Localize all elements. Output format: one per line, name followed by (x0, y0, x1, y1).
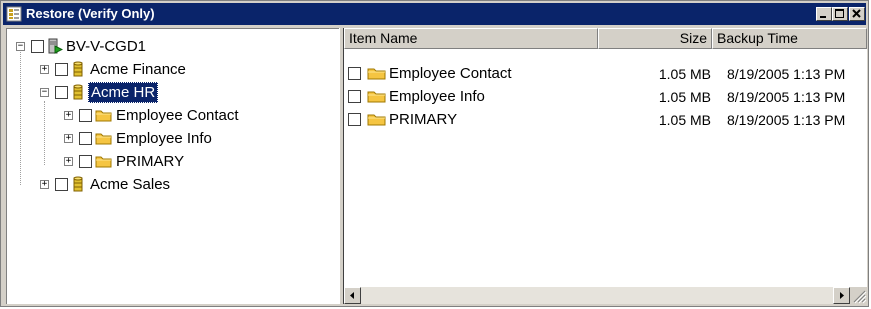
expand-toggle[interactable]: + (64, 134, 73, 143)
close-icon (852, 9, 861, 18)
tree-node-checkbox[interactable] (55, 178, 68, 191)
tree-node-label: Acme Finance (90, 61, 186, 78)
tree-node-root[interactable]: − BV-V-CGD1 (7, 37, 337, 57)
tree-node-label: Employee Info (116, 130, 212, 147)
list-row[interactable]: Employee Info 1.05 MB 8/19/2005 1:13 PM (344, 87, 867, 107)
tree-node-checkbox[interactable] (79, 109, 92, 122)
tree-node-checkbox[interactable] (79, 155, 92, 168)
tree-node-primary[interactable]: + PRIMARY (7, 152, 337, 172)
list-item-name: Employee Contact (389, 65, 512, 82)
collapse-toggle[interactable]: − (16, 42, 25, 51)
column-header-item-name[interactable]: Item Name (344, 28, 598, 49)
size-grip[interactable] (850, 287, 867, 304)
tree-node-checkbox[interactable] (79, 132, 92, 145)
folder-icon (367, 89, 387, 108)
list-row[interactable]: Employee Contact 1.05 MB 8/19/2005 1:13 … (344, 64, 867, 84)
database-icon (71, 176, 85, 198)
list-item-name: Employee Info (389, 88, 485, 105)
tree-node-label: Acme Sales (90, 176, 171, 193)
restore-window: Restore (Verify Only) − BV-V-CGD1 + Acme… (0, 0, 869, 307)
maximize-icon (835, 9, 844, 18)
resize-grip-icon (853, 290, 867, 304)
list-item-name: PRIMARY (389, 111, 458, 128)
scroll-right-button[interactable] (833, 287, 850, 304)
horizontal-scrollbar[interactable] (344, 287, 867, 304)
list-item-backup-time: 8/19/2005 1:13 PM (727, 112, 846, 128)
close-button[interactable] (849, 7, 865, 21)
list-row-checkbox[interactable] (348, 67, 361, 80)
folder-icon (95, 154, 113, 174)
list-item-size: 1.05 MB (658, 66, 711, 82)
tree-node-acme-hr[interactable]: − Acme HR (7, 82, 337, 106)
column-header-backup-time[interactable]: Backup Time (712, 28, 867, 49)
column-header-size[interactable]: Size (598, 28, 712, 49)
folder-icon (95, 131, 113, 151)
collapse-toggle[interactable]: − (40, 88, 49, 97)
list-item-backup-time: 8/19/2005 1:13 PM (727, 89, 846, 105)
list-item-size: 1.05 MB (658, 112, 711, 128)
list-item-size: 1.05 MB (658, 89, 711, 105)
arrow-right-icon (840, 292, 844, 299)
list-item-backup-time: 8/19/2005 1:13 PM (727, 66, 846, 82)
folder-icon (367, 66, 387, 85)
expand-toggle[interactable]: + (64, 111, 73, 120)
tree-node-checkbox[interactable] (31, 40, 44, 53)
tree-node-employee-contact[interactable]: + Employee Contact (7, 106, 337, 126)
expand-toggle[interactable]: + (40, 180, 49, 189)
list-row[interactable]: PRIMARY 1.05 MB 8/19/2005 1:13 PM (344, 110, 867, 130)
tree-node-checkbox[interactable] (55, 63, 68, 76)
list-row-checkbox[interactable] (348, 90, 361, 103)
minimize-button[interactable] (816, 7, 832, 21)
list-row-checkbox[interactable] (348, 113, 361, 126)
window-title: Restore (Verify Only) (26, 6, 155, 21)
tree-node-label: Employee Contact (116, 107, 239, 124)
tree-node-employee-info[interactable]: + Employee Info (7, 129, 337, 149)
folder-icon (95, 108, 113, 128)
tree-node-label-selected: Acme HR (88, 82, 159, 103)
tree-node-label: BV-V-CGD1 (66, 38, 147, 55)
tree-node-acme-sales[interactable]: + Acme Sales (7, 175, 337, 195)
backup-tree[interactable]: − BV-V-CGD1 + Acme Finance − Acme HR + E… (6, 28, 339, 304)
restore-app-icon (6, 6, 22, 22)
expand-toggle[interactable]: + (40, 65, 49, 74)
folder-icon (367, 112, 387, 131)
maximize-button[interactable] (832, 7, 848, 21)
scroll-left-button[interactable] (344, 287, 361, 304)
list-header: Item Name Size Backup Time (344, 28, 867, 49)
minimize-icon (820, 16, 826, 18)
expand-toggle[interactable]: + (64, 157, 73, 166)
tree-node-label: PRIMARY (116, 153, 185, 170)
backup-item-list[interactable]: Item Name Size Backup Time Employee Cont… (344, 28, 867, 304)
arrow-left-icon (350, 292, 354, 299)
database-icon (71, 84, 85, 106)
tree-node-checkbox[interactable] (55, 86, 68, 99)
tree-node-acme-finance[interactable]: + Acme Finance (7, 60, 337, 80)
server-icon (47, 38, 64, 59)
title-bar[interactable]: Restore (Verify Only) (3, 3, 866, 25)
database-icon (71, 61, 85, 83)
